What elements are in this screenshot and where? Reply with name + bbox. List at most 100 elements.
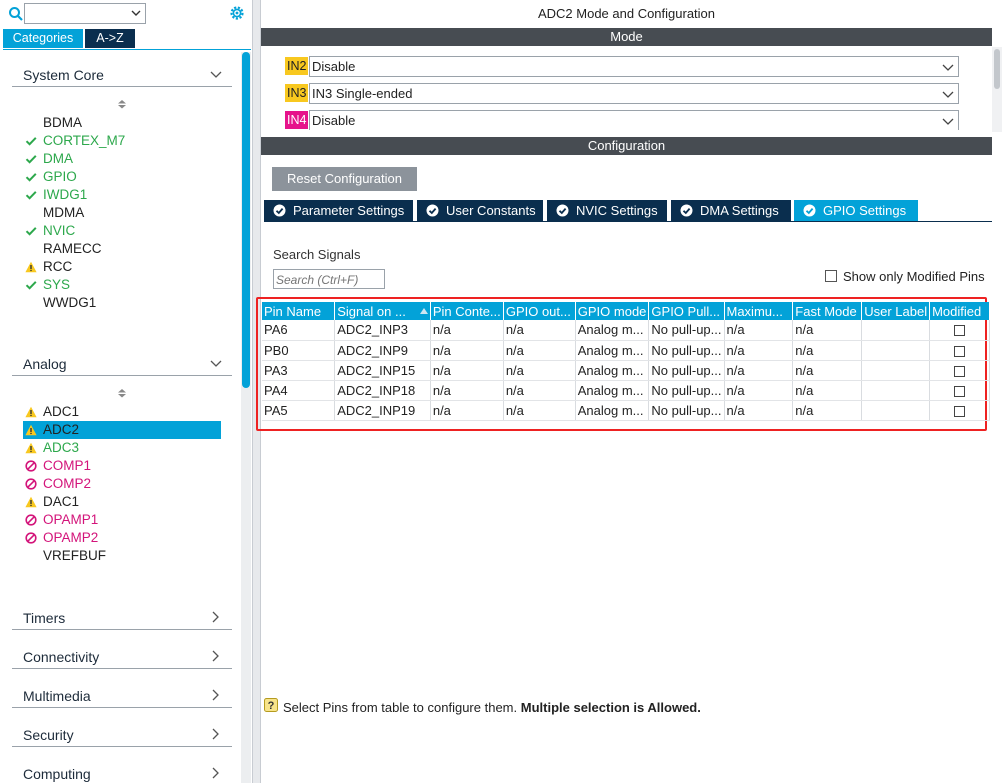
mode-select-in3[interactable]: IN3 Single-ended [309,83,959,104]
tab-a-to-z[interactable]: A->Z [85,29,135,48]
table-cell[interactable]: No pull-up... [648,380,725,401]
peripheral-item-rcc[interactable]: RCC [23,258,221,276]
table-cell[interactable]: No pull-up... [648,340,725,361]
table-cell[interactable] [861,320,931,341]
column-header[interactable]: Pin Conte... [430,302,504,320]
group-analog[interactable]: Analog [12,350,232,376]
column-header[interactable]: Maximu... [724,302,794,320]
column-header[interactable]: Modified [929,302,990,320]
column-header[interactable]: Pin Name [262,302,336,320]
table-cell[interactable]: PB0 [262,340,336,361]
table-row[interactable]: PA5 ADC2_INP19 n/a n/a Analog m... No pull-up… [262,400,990,421]
table-cell[interactable]: n/a [503,400,576,421]
table-row[interactable]: PB0 ADC2_INP9 n/a n/a Analog m... No pull-up.… [262,340,990,361]
table-cell[interactable]: n/a [724,340,794,361]
table-cell[interactable]: n/a [430,320,504,341]
table-cell[interactable]: Analog m... [575,360,650,381]
table-cell[interactable]: n/a [503,320,576,341]
table-cell[interactable]: n/a [503,340,576,361]
peripheral-item-adc2[interactable]: ADC2 [23,421,221,439]
column-header[interactable]: Signal on ... [334,302,431,320]
peripheral-item-comp1[interactable]: COMP1 [23,457,221,475]
scrollbar-thumb[interactable] [994,49,1000,89]
table-cell[interactable]: n/a [503,380,576,401]
group-multimedia[interactable]: Multimedia [12,682,232,708]
tab-categories[interactable]: Categories [3,29,83,48]
peripheral-item-vrefbuf[interactable]: VREFBUF [23,547,221,565]
peripheral-item-wwdg1[interactable]: WWDG1 [23,294,221,312]
mode-select-in4[interactable]: Disable [309,110,959,130]
column-header[interactable]: Fast Mode [792,302,863,320]
mode-select-in2[interactable]: Disable [309,56,959,77]
group-security[interactable]: Security [12,721,232,747]
sort-icon[interactable] [117,99,127,109]
table-cell[interactable]: No pull-up... [648,360,725,381]
tab-user-constants[interactable]: User Constants [417,200,543,221]
table-cell[interactable]: ADC2_INP9 [334,340,431,361]
table-cell[interactable]: ADC2_INP18 [334,380,431,401]
table-cell[interactable]: Analog m... [575,320,650,341]
table-cell[interactable]: n/a [430,380,504,401]
column-header[interactable]: GPIO mode [575,302,650,320]
sort-icon[interactable] [117,388,127,398]
peripheral-item-adc1[interactable]: ADC1 [23,403,221,421]
table-cell[interactable]: n/a [430,360,504,381]
table-row[interactable]: PA6 ADC2_INP3 n/a n/a Analog m... No pull-up.… [262,320,990,341]
table-cell[interactable]: n/a [792,320,863,341]
group-computing[interactable]: Computing [12,760,232,783]
peripheral-item-nvic[interactable]: NVIC [23,222,221,240]
table-cell[interactable] [861,360,931,381]
reset-configuration-button[interactable]: Reset Configuration [272,167,417,191]
peripheral-item-ramecc[interactable]: RAMECC [23,240,221,258]
search-signals-input[interactable] [276,271,382,288]
search-signals-field[interactable] [273,269,385,289]
column-header[interactable]: GPIO Pull... [648,302,725,320]
table-cell[interactable]: n/a [724,320,794,341]
peripheral-item-comp2[interactable]: COMP2 [23,475,221,493]
table-cell[interactable]: PA3 [262,360,336,381]
table-row[interactable]: PA3 ADC2_INP15 n/a n/a Analog m... No pull-up… [262,360,990,381]
scrollbar-thumb[interactable] [242,52,250,388]
table-cell[interactable]: n/a [430,340,504,361]
table-cell[interactable]: Analog m... [575,340,650,361]
peripheral-item-gpio[interactable]: GPIO [23,168,221,186]
group-timers[interactable]: Timers [12,604,232,630]
peripheral-item-dma[interactable]: DMA [23,150,221,168]
mode-scrollbar[interactable] [992,47,1002,132]
table-cell[interactable]: n/a [792,340,863,361]
table-cell[interactable]: n/a [724,360,794,381]
table-cell[interactable]: No pull-up... [648,400,725,421]
column-header[interactable]: GPIO out... [503,302,576,320]
table-row[interactable]: PA4 ADC2_INP18 n/a n/a Analog m... No pull-up… [262,380,990,401]
tree-scrollbar[interactable] [241,52,251,783]
tab-gpio-settings[interactable]: GPIO Settings [794,200,918,221]
group-connectivity[interactable]: Connectivity [12,643,232,669]
table-cell[interactable]: Analog m... [575,400,650,421]
table-cell[interactable]: ADC2_INP3 [334,320,431,341]
tab-parameter-settings[interactable]: Parameter Settings [264,200,413,221]
show-only-modified-checkbox[interactable] [825,270,837,282]
peripheral-item-opamp2[interactable]: OPAMP2 [23,529,221,547]
peripheral-item-opamp1[interactable]: OPAMP1 [23,511,221,529]
peripheral-item-bdma[interactable]: BDMA [23,114,221,132]
table-cell[interactable]: No pull-up... [648,320,725,341]
tab-nvic-settings[interactable]: NVIC Settings [547,200,667,221]
table-cell[interactable]: n/a [792,360,863,381]
table-cell[interactable]: n/a [724,380,794,401]
table-cell[interactable]: PA5 [262,400,336,421]
table-cell[interactable] [861,340,931,361]
peripheral-item-adc3[interactable]: ADC3 [23,439,221,457]
peripheral-item-dac1[interactable]: DAC1 [23,493,221,511]
table-cell[interactable]: ADC2_INP19 [334,400,431,421]
peripheral-item-iwdg1[interactable]: IWDG1 [23,186,221,204]
peripheral-item-sys[interactable]: SYS [23,276,221,294]
table-cell[interactable] [861,400,931,421]
peripheral-item-cortex_m7[interactable]: CORTEX_M7 [23,132,221,150]
table-cell[interactable]: n/a [792,380,863,401]
table-cell[interactable]: Analog m... [575,380,650,401]
tab-dma-settings[interactable]: DMA Settings [671,200,791,221]
peripheral-search-combo[interactable] [24,3,146,24]
table-cell[interactable]: PA6 [262,320,336,341]
gear-icon[interactable] [228,4,246,22]
peripheral-item-mdma[interactable]: MDMA [23,204,221,222]
